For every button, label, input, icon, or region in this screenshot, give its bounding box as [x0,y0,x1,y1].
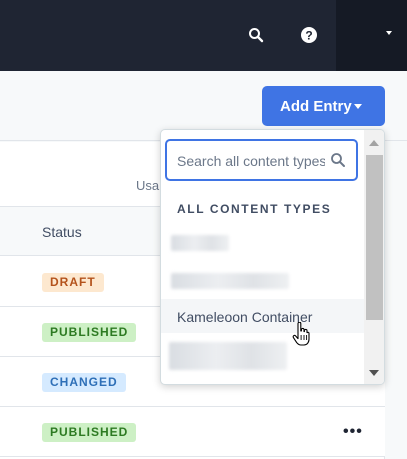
list-item[interactable]: Kameleoon Container [161,299,364,333]
hand-pointer-icon [292,322,310,346]
row-actions-button[interactable]: ••• [343,423,363,441]
list-item[interactable] [161,226,364,260]
content-type-search [165,139,358,181]
status-badge: PUBLISHED [42,323,137,342]
obscured-label [171,235,229,251]
search-icon [331,153,345,167]
help-circle-icon[interactable]: ? [296,22,322,48]
svg-text:?: ? [305,29,312,43]
status-badge: DRAFT [42,273,104,292]
list-item[interactable] [161,264,364,298]
obscured-label [169,342,287,370]
top-navigation-bar: ? [0,0,407,71]
search-icon[interactable] [243,22,269,48]
scroll-up-icon[interactable] [369,140,379,146]
obscured-label [171,273,289,289]
add-entry-button[interactable]: Add Entry [262,86,385,126]
scrollbar-thumb[interactable] [366,155,383,320]
table-row[interactable]: PUBLISHED ••• [0,407,385,457]
caret-down-icon [386,31,392,35]
list-item[interactable] [161,338,364,372]
section-heading: ALL CONTENT TYPES [177,202,332,216]
caret-down-icon [354,104,362,109]
status-badge: PUBLISHED [42,423,137,442]
status-badge: CHANGED [42,373,126,392]
add-entry-label: Add Entry [280,97,352,115]
content-type-dropdown: ALL CONTENT TYPES Kameleoon Container [160,129,385,385]
usage-column-label: Usa [136,178,160,193]
status-column-header[interactable]: Status [42,224,82,240]
scroll-down-icon[interactable] [369,370,379,376]
content-type-search-input[interactable] [177,151,325,171]
account-menu-button[interactable] [336,0,407,71]
